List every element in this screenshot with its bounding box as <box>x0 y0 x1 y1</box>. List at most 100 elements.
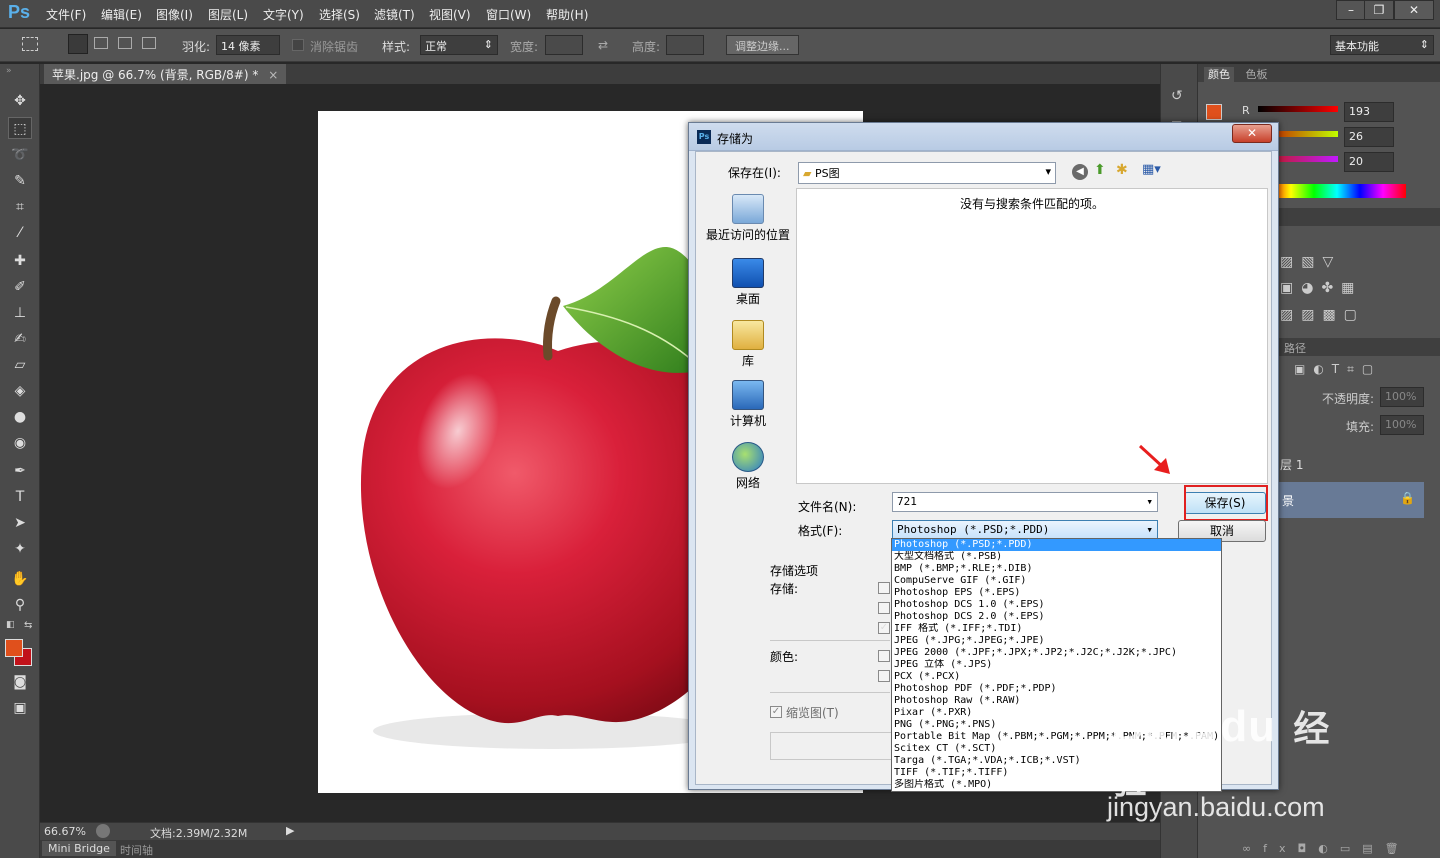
height-input[interactable] <box>666 35 704 55</box>
layer-1-name[interactable]: 层 1 <box>1280 456 1303 473</box>
style-select[interactable]: 正常 ⇕ <box>420 35 498 55</box>
layer-actions-icons[interactable]: ∞fx◘◐▭▤🗑 <box>1242 842 1411 855</box>
back-icon[interactable]: ◀ <box>1072 164 1088 180</box>
place-recent[interactable]: 最近访问的位置 <box>704 194 792 243</box>
menu-item[interactable]: 窗口(W) <box>486 6 531 23</box>
adjustment-icons-row2[interactable]: ▣◕✤▦ <box>1280 280 1362 296</box>
quick-mask-icon[interactable]: ◙ <box>8 671 32 693</box>
r-value[interactable]: 193 <box>1344 102 1394 122</box>
new-selection-icon[interactable] <box>68 34 88 54</box>
up-folder-icon[interactable]: ⬆ <box>1094 162 1106 178</box>
format-option[interactable]: CompuServe GIF (*.GIF) <box>892 575 1221 587</box>
blur-tool-icon[interactable]: ● <box>8 406 32 428</box>
refine-edge-button[interactable]: 调整边缘... <box>726 35 799 55</box>
place-computer[interactable]: 计算机 <box>704 380 792 429</box>
close-tab-icon[interactable]: × <box>268 68 278 82</box>
swap-colors-icon[interactable]: ⇆ <box>24 620 32 631</box>
screen-mode-icon[interactable]: ▣ <box>8 697 32 719</box>
format-select[interactable]: Photoshop (*.PSD;*.PDD) ▾ <box>892 520 1158 540</box>
dodge-tool-icon[interactable]: ◉ <box>8 432 32 454</box>
collapse-icon[interactable]: » <box>6 66 12 76</box>
status-info-icon[interactable] <box>96 824 110 838</box>
thumbnail-checkbox[interactable]: ✓ <box>770 706 782 718</box>
fg-color-chip[interactable] <box>1206 104 1222 120</box>
adjustment-icons-row1[interactable]: ▨▧▽ <box>1280 254 1341 270</box>
eraser-icon[interactable]: ▱ <box>8 354 32 376</box>
new-folder-icon[interactable]: ✱ <box>1116 162 1128 178</box>
restore-button[interactable]: ❐ <box>1364 0 1394 20</box>
filename-input[interactable]: 721 ▾ <box>892 492 1158 512</box>
store-option-2-checkbox[interactable] <box>878 602 890 614</box>
quick-select-icon[interactable]: ✎ <box>8 170 32 192</box>
status-menu-arrow-icon[interactable]: ▶ <box>286 824 294 837</box>
hand-tool-icon[interactable]: ✋ <box>8 568 32 590</box>
r-slider[interactable] <box>1258 106 1338 112</box>
eyedropper-icon[interactable]: ⁄ <box>8 222 32 244</box>
place-network[interactable]: 网络 <box>704 442 792 491</box>
type-tool-icon[interactable]: T <box>8 486 32 508</box>
format-option[interactable]: JPEG 2000 (*.JPF;*.JPX;*.JP2;*.J2C;*.J2K… <box>892 647 1221 659</box>
add-selection-icon[interactable] <box>94 37 108 49</box>
history-icon[interactable]: ↺ <box>1171 88 1189 106</box>
format-option[interactable]: Photoshop (*.PSD;*.PDD) <box>892 539 1221 551</box>
zoom-level[interactable]: 66.67% <box>44 825 86 838</box>
format-option[interactable]: IFF 格式 (*.IFF;*.TDI) <box>892 623 1221 635</box>
format-option[interactable]: Photoshop PDF (*.PDF;*.PDP) <box>892 683 1221 695</box>
view-menu-icon[interactable]: ▦▾ <box>1142 162 1161 177</box>
g-value[interactable]: 26 <box>1344 127 1394 147</box>
store-option-3-checkbox[interactable]: ✓ <box>878 622 890 634</box>
antialias-checkbox[interactable] <box>292 39 304 51</box>
menu-item[interactable]: 选择(S) <box>319 6 360 23</box>
menu-item[interactable]: 滤镜(T) <box>374 6 415 23</box>
pen-tool-icon[interactable]: ✒ <box>8 460 32 482</box>
tab-mini-bridge[interactable]: Mini Bridge <box>42 841 116 856</box>
marquee-tool-icon[interactable]: ⬚ <box>8 117 32 139</box>
swap-icon[interactable]: ⇄ <box>598 38 608 52</box>
adjustment-icons-row3[interactable]: ▨▨▩▢ <box>1280 307 1365 323</box>
layer-filter-icons[interactable]: ▣◐T⌗▢ <box>1294 362 1381 377</box>
color-ramp[interactable] <box>1268 184 1406 198</box>
place-desktop[interactable]: 桌面 <box>704 258 792 307</box>
format-option[interactable]: PCX (*.PCX) <box>892 671 1221 683</box>
format-option[interactable]: JPEG 立体 (*.JPS) <box>892 659 1221 671</box>
color-option-2-checkbox[interactable] <box>878 670 890 682</box>
intersect-selection-icon[interactable] <box>142 37 156 49</box>
format-option[interactable]: Photoshop DCS 1.0 (*.EPS) <box>892 599 1221 611</box>
move-tool-icon[interactable]: ✥ <box>8 90 32 112</box>
format-option[interactable]: Photoshop DCS 2.0 (*.EPS) <box>892 611 1221 623</box>
zoom-tool-icon[interactable]: ⚲ <box>8 594 32 616</box>
default-colors-icon[interactable]: ◧ <box>6 620 15 630</box>
workspace-select[interactable]: 基本功能 ⇕ <box>1330 35 1434 55</box>
color-option-1-checkbox[interactable] <box>878 650 890 662</box>
minimize-button[interactable]: – <box>1336 0 1366 20</box>
tab-swatches[interactable]: 色板 <box>1246 68 1268 81</box>
fill-input[interactable]: 100% <box>1380 415 1424 435</box>
menu-item[interactable]: 图层(L) <box>208 6 248 23</box>
history-brush-icon[interactable]: ✍ <box>8 328 32 350</box>
save-in-select[interactable]: ▰ PS图 ▾ <box>798 162 1056 184</box>
path-select-icon[interactable]: ➤ <box>8 512 32 534</box>
file-list[interactable]: 没有与搜索条件匹配的项。 <box>796 188 1268 484</box>
document-tab[interactable]: 苹果.jpg @ 66.7% (背景, RGB/8#) * × <box>44 64 287 84</box>
close-window-button[interactable]: ✕ <box>1394 0 1434 20</box>
width-input[interactable] <box>545 35 583 55</box>
format-option[interactable]: Photoshop EPS (*.EPS) <box>892 587 1221 599</box>
healing-brush-icon[interactable]: ✚ <box>8 250 32 272</box>
format-option[interactable]: 大型文档格式 (*.PSB) <box>892 551 1221 563</box>
dialog-titlebar[interactable]: Ps 存储为 ✕ <box>689 123 1278 151</box>
menu-item[interactable]: 图像(I) <box>156 6 193 23</box>
menu-item[interactable]: 帮助(H) <box>546 6 588 23</box>
feather-input[interactable]: 14 像素 <box>216 35 280 55</box>
marquee-tool-icon[interactable] <box>22 37 38 51</box>
background-layer-row[interactable]: 景 🔒 <box>1276 482 1424 518</box>
clone-stamp-icon[interactable]: ⊥ <box>8 302 32 324</box>
format-option[interactable]: BMP (*.BMP;*.RLE;*.DIB) <box>892 563 1221 575</box>
shape-tool-icon[interactable]: ✦ <box>8 538 32 560</box>
tab-paths[interactable]: 路径 <box>1284 342 1306 355</box>
format-option[interactable]: JPEG (*.JPG;*.JPEG;*.JPE) <box>892 635 1221 647</box>
foreground-color-swatch[interactable] <box>5 639 23 657</box>
place-libraries[interactable]: 库 <box>704 320 792 369</box>
paint-bucket-icon[interactable]: ◈ <box>8 380 32 402</box>
dialog-close-button[interactable]: ✕ <box>1232 124 1272 143</box>
tab-timeline[interactable]: 时间轴 <box>120 842 153 858</box>
